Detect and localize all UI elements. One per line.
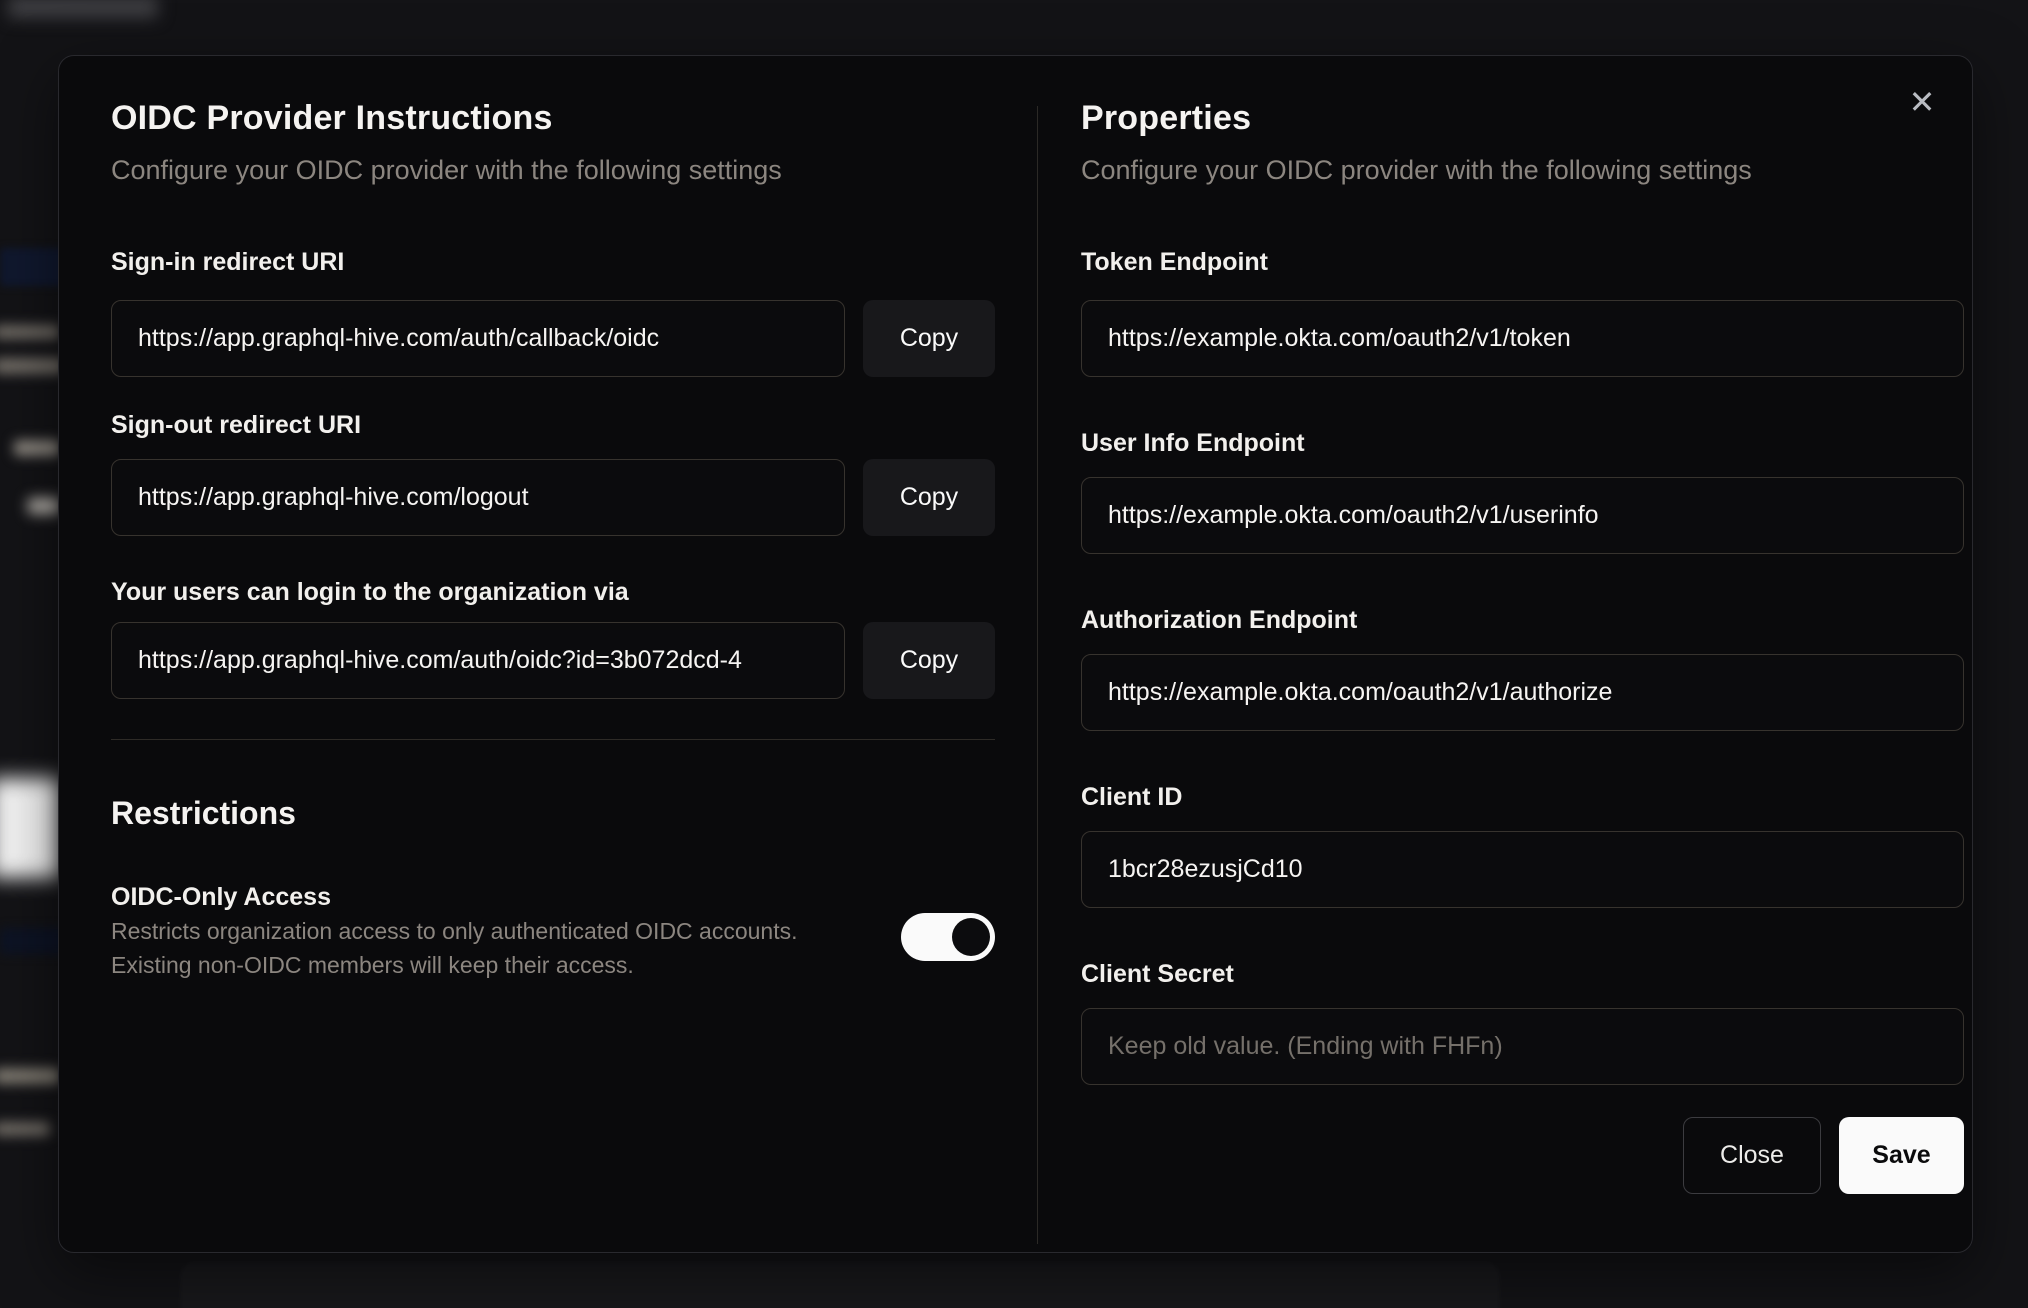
- sign-out-redirect-uri-label: Sign-out redirect URI: [111, 411, 362, 439]
- token-endpoint-input[interactable]: [1081, 300, 1964, 377]
- sign-in-redirect-uri-input[interactable]: [111, 300, 845, 377]
- organization-login-uri-label: Your users can login to the organization…: [111, 578, 629, 606]
- background-blur-fragment: [0, 778, 60, 878]
- client-secret-label: Client Secret: [1081, 960, 1234, 988]
- client-secret-row: [1081, 1008, 1964, 1085]
- dialog-footer: Close Save: [1081, 1117, 1964, 1194]
- oidc-only-access-row: OIDC-Only Access Restricts organization …: [111, 880, 995, 982]
- client-secret-input[interactable]: [1081, 1008, 1964, 1085]
- client-id-label: Client ID: [1081, 783, 1183, 811]
- background-blur-fragment: [0, 358, 64, 374]
- token-endpoint-label: Token Endpoint: [1081, 248, 1269, 276]
- background-blur-fragment: [0, 325, 60, 339]
- sign-out-redirect-uri-input[interactable]: [111, 459, 845, 536]
- authorization-endpoint-input[interactable]: [1081, 654, 1964, 731]
- oidc-settings-dialog: OIDC Provider Instructions Configure you…: [58, 55, 1973, 1253]
- user-info-endpoint-input[interactable]: [1081, 477, 1964, 554]
- properties-title: Properties: [1081, 99, 1252, 137]
- sign-out-redirect-uri-row: Copy: [111, 459, 995, 536]
- background-blur-fragment: [0, 1122, 50, 1136]
- token-endpoint-row: [1081, 300, 1964, 377]
- oidc-only-access-text: OIDC-Only Access Restricts organization …: [111, 880, 871, 982]
- background-blur-fragment: [180, 1262, 1500, 1308]
- user-info-endpoint-row: [1081, 477, 1964, 554]
- toggle-knob: [952, 918, 990, 956]
- copy-sign-in-uri-button[interactable]: Copy: [863, 300, 995, 377]
- close-icon[interactable]: ✕: [1900, 80, 1944, 124]
- section-divider: [111, 739, 995, 740]
- properties-subtitle: Configure your OIDC provider with the fo…: [1081, 155, 1752, 185]
- save-button[interactable]: Save: [1839, 1117, 1964, 1194]
- authorization-endpoint-row: [1081, 654, 1964, 731]
- instructions-pane: OIDC Provider Instructions Configure you…: [59, 56, 1037, 1252]
- close-button[interactable]: Close: [1683, 1117, 1821, 1194]
- user-info-endpoint-label: User Info Endpoint: [1081, 429, 1305, 457]
- copy-sign-out-uri-button[interactable]: Copy: [863, 459, 995, 536]
- restrictions-heading: Restrictions: [111, 795, 296, 831]
- copy-organization-login-uri-button[interactable]: Copy: [863, 622, 995, 699]
- instructions-title: OIDC Provider Instructions: [111, 99, 553, 137]
- oidc-only-access-label: OIDC-Only Access: [111, 883, 331, 911]
- client-id-input[interactable]: [1081, 831, 1964, 908]
- background-blur-fragment: [28, 498, 60, 514]
- background-blur-fragment: [14, 440, 60, 456]
- instructions-subtitle: Configure your OIDC provider with the fo…: [111, 155, 782, 185]
- background-blur-fragment: [0, 1068, 60, 1084]
- background-blur-fragment: [8, 0, 158, 18]
- authorization-endpoint-label: Authorization Endpoint: [1081, 606, 1358, 634]
- client-id-row: [1081, 831, 1964, 908]
- organization-login-uri-row: Copy: [111, 622, 995, 699]
- sign-in-redirect-uri-row: Copy: [111, 300, 995, 377]
- oidc-only-access-description-line2: Existing non-OIDC members will keep thei…: [111, 952, 634, 978]
- sign-in-redirect-uri-label: Sign-in redirect URI: [111, 248, 345, 276]
- oidc-only-access-toggle[interactable]: [901, 913, 995, 961]
- oidc-only-access-description-line1: Restricts organization access to only au…: [111, 918, 798, 944]
- organization-login-uri-input[interactable]: [111, 622, 845, 699]
- properties-pane: ✕ Properties Configure your OIDC provide…: [1037, 56, 1972, 1252]
